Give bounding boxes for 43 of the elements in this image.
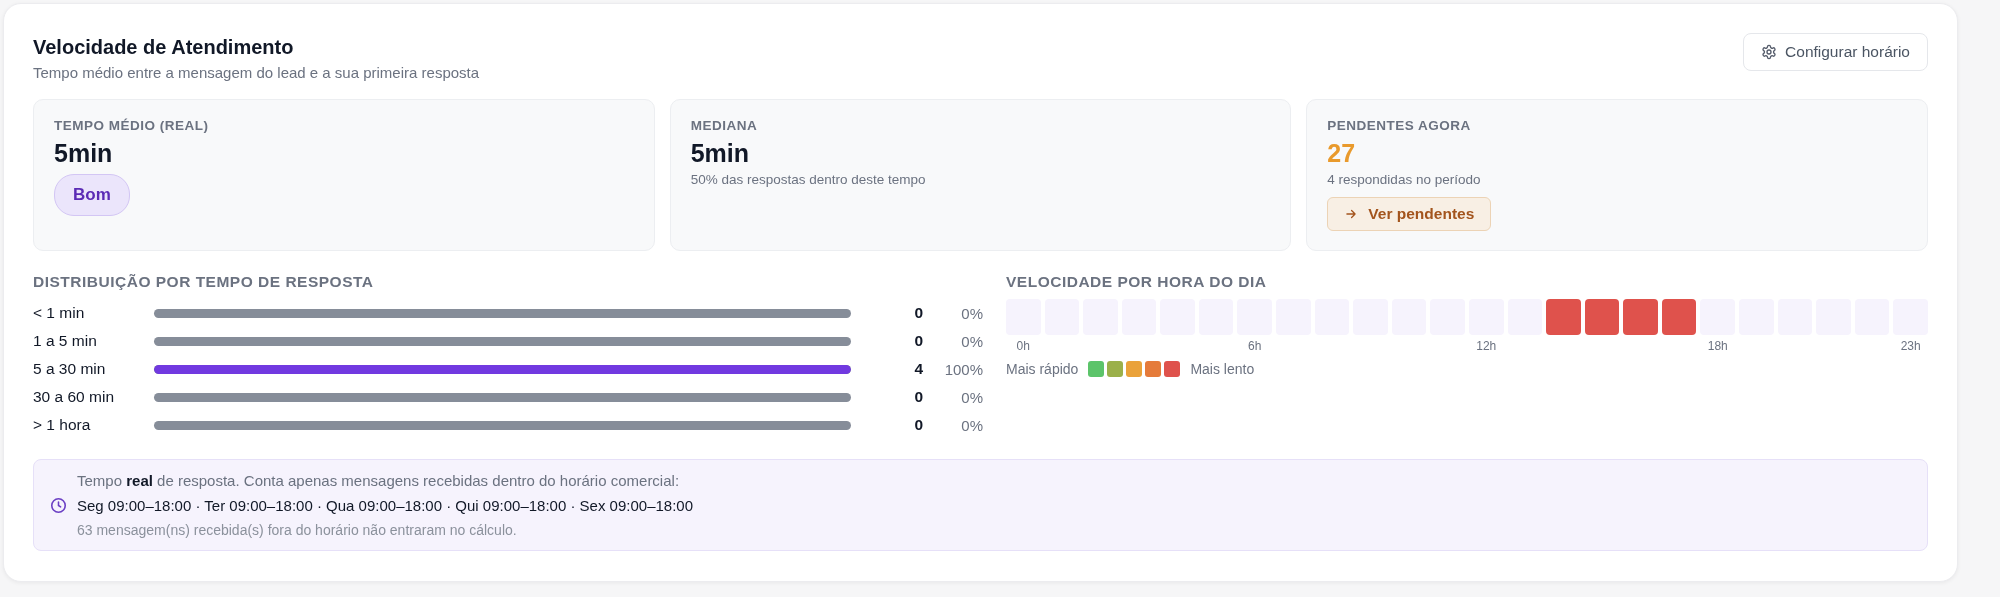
count-value: 4	[913, 360, 923, 378]
stat-value: 5min	[54, 139, 114, 168]
percent-value: 100%	[943, 360, 983, 378]
hour-label: 6h	[1248, 339, 1262, 353]
hour-label: 12h	[1476, 339, 1497, 353]
info-note: 63 mensagem(ns) recebida(s) fora do horário não entraram no cálculo.	[77, 522, 518, 538]
legend-label: Mais lento	[1190, 361, 1255, 377]
hourly-title: VELOCIDADE POR HORA DO DIA	[1006, 273, 1268, 291]
view-pending-button[interactable]: Ver pendentes	[1327, 197, 1492, 231]
percent-value: 0%	[960, 388, 983, 406]
percent-value: 0%	[960, 304, 983, 322]
configure-schedule-button[interactable]: Configurar horário	[1743, 33, 1928, 71]
clock-icon	[50, 496, 67, 514]
count-value: 0	[913, 416, 923, 434]
range-label: 5 a 30 min	[33, 360, 107, 378]
distribution-title: DISTRIBUIÇÃO POR TEMPO DE RESPOSTA	[33, 273, 375, 291]
range-label: 1 a 5 min	[33, 332, 98, 350]
stat-value: 27	[1327, 139, 1357, 168]
hour-label: 0h	[1016, 339, 1030, 353]
stat-label: MEDIANA	[690, 118, 759, 133]
hour-label: 23h	[1900, 339, 1921, 353]
range-label: > 1 hora	[33, 416, 92, 434]
range-label: 30 a 60 min	[33, 388, 115, 406]
stat-value: 5min	[690, 139, 750, 168]
stat-note: 50% das respostas dentro deste tempo	[690, 172, 927, 187]
stat-note: 4 respondidas no período	[1327, 172, 1482, 187]
count-value: 0	[913, 388, 923, 406]
legend-label: Mais rápido	[1006, 361, 1079, 377]
schedule-text: Seg 09:00–18:00 · Ter 09:00–18:00 · Qua 09:00–18:00 · Qui 09:00–18:00 · Sex 09:00–18:00	[77, 497, 694, 514]
percent-value: 0%	[960, 416, 983, 434]
rating-badge: Bom	[54, 174, 130, 216]
count-value: 0	[913, 304, 923, 322]
settings-icon	[1761, 44, 1778, 60]
count-value: 0	[913, 332, 923, 350]
range-label: < 1 min	[33, 304, 86, 322]
section-title: Velocidade de Atendimento	[33, 36, 295, 59]
percent-value: 0%	[960, 332, 983, 350]
arrow-right-icon	[1344, 207, 1359, 221]
section-subtitle: Tempo médio entre a mensagem do lead e a sua primeira resposta	[33, 64, 480, 81]
hour-label: 18h	[1707, 339, 1728, 353]
stat-label: TEMPO MÉDIO (REAL)	[54, 118, 210, 133]
stat-label: PENDENTES AGORA	[1327, 118, 1472, 133]
info-text: Tempo real de resposta. Conta apenas mensagens recebidas dentro do horário comercial:	[77, 472, 681, 489]
